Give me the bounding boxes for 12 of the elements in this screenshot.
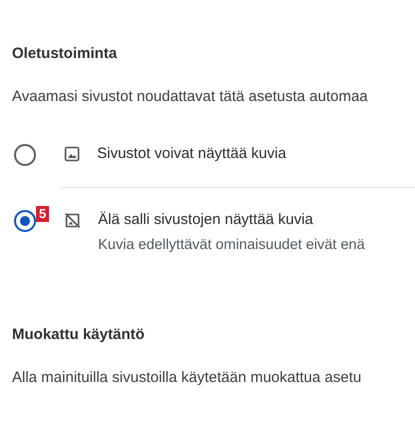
image-icon	[64, 146, 80, 162]
section-heading: Oletustoiminta	[12, 44, 118, 64]
section-description: Alla mainituilla sivustoilla käytetään muokattua asetu	[12, 368, 362, 388]
image-off-icon	[64, 212, 81, 229]
radio-button[interactable]	[14, 144, 36, 166]
option-label: Sivustot voivat näyttää kuvia	[97, 144, 286, 164]
option-label: Älä salli sivustojen näyttää kuvia	[98, 210, 314, 230]
section-description: Avaamasi sivustot noudattavat tätä asetusta automaa	[12, 87, 369, 107]
radio-button[interactable]	[14, 210, 36, 232]
number-badge: 5	[36, 206, 50, 222]
section-heading: Muokattu käytäntö	[12, 325, 146, 345]
option-description: Kuvia edellyttävät ominaisuudet eivät enä	[98, 236, 365, 255]
